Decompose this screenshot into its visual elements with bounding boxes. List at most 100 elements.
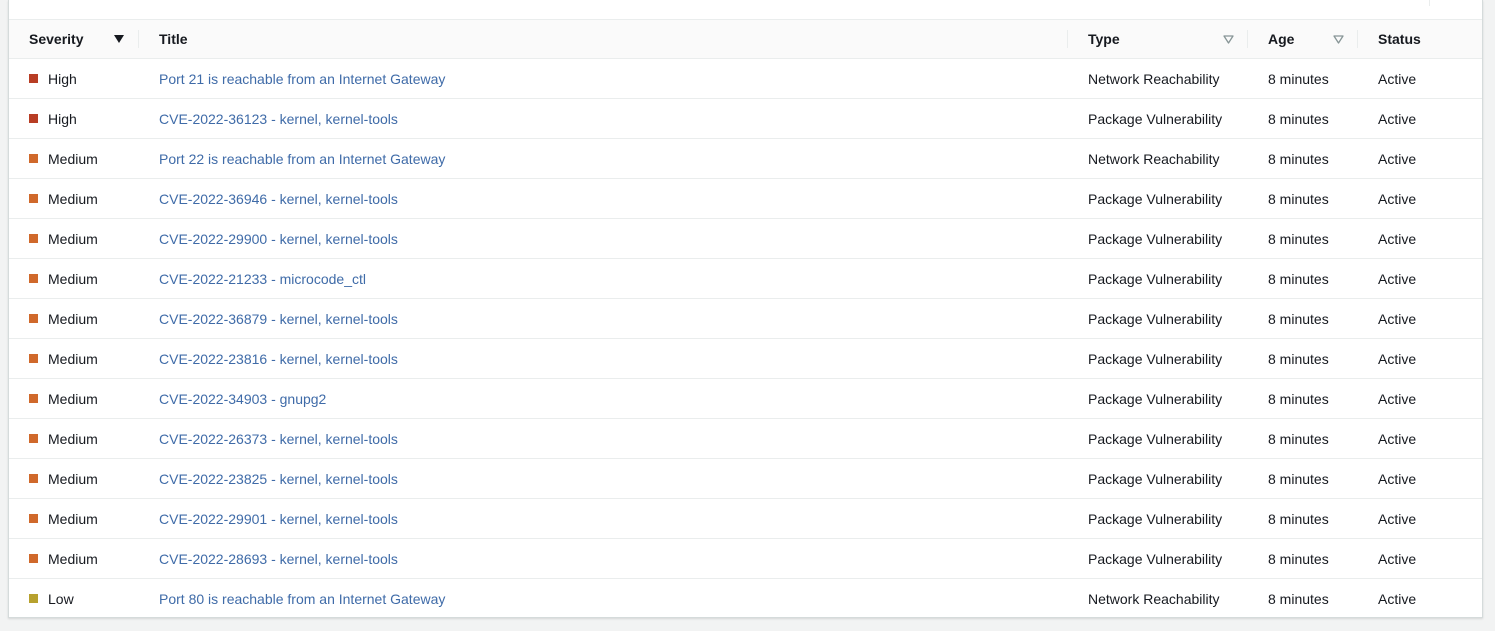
status-cell: Active [1358, 138, 1482, 179]
type-cell: Network Reachability [1068, 58, 1248, 99]
status-cell: Active [1358, 458, 1482, 499]
type-cell: Package Vulnerability [1068, 498, 1248, 539]
title-cell: CVE-2022-36946 - kernel, kernel-tools [139, 178, 1068, 219]
status-cell: Active [1358, 538, 1482, 579]
column-header-status: Status [1358, 20, 1482, 59]
title-cell: Port 21 is reachable from an Internet Ga… [139, 58, 1068, 99]
table-row[interactable]: Medium CVE-2022-29901 - kernel, kernel-to… [9, 498, 1482, 539]
table-row[interactable]: Medium CVE-2022-28693 - kernel, kernel-to… [9, 538, 1482, 579]
finding-title-link[interactable]: CVE-2022-36946 - kernel, kernel-tools [159, 191, 398, 207]
column-header-type[interactable]: Type [1068, 20, 1248, 59]
severity-indicator-icon [29, 154, 38, 163]
type-cell: Package Vulnerability [1068, 218, 1248, 259]
finding-title-link[interactable]: CVE-2022-34903 - gnupg2 [159, 391, 326, 407]
status-cell: Active [1358, 338, 1482, 379]
type-cell: Package Vulnerability [1068, 98, 1248, 139]
table-row[interactable]: High CVE-2022-36123 - kernel, kernel-tool… [9, 98, 1482, 139]
finding-title-link[interactable]: CVE-2022-23816 - kernel, kernel-tools [159, 351, 398, 367]
finding-title-link[interactable]: CVE-2022-36123 - kernel, kernel-tools [159, 111, 398, 127]
severity-label: Medium [48, 390, 98, 407]
severity-indicator-icon [29, 594, 38, 603]
age-cell: 8 minutes [1268, 590, 1329, 607]
type-cell: Package Vulnerability [1068, 338, 1248, 379]
severity-indicator-icon [29, 434, 38, 443]
table-row[interactable]: Medium CVE-2022-21233 - microcode_ctl Pack… [9, 258, 1482, 299]
title-cell: CVE-2022-23816 - kernel, kernel-tools [139, 338, 1068, 379]
title-cell: CVE-2022-36879 - kernel, kernel-tools [139, 298, 1068, 339]
age-cell: 8 minutes [1248, 498, 1358, 539]
severity-label: High [48, 70, 77, 87]
severity-cell: Medium [9, 498, 139, 539]
type-cell: Package Vulnerability [1068, 378, 1248, 419]
title-cell: CVE-2022-34903 - gnupg2 [139, 378, 1068, 419]
type-cell: Package Vulnerability [1068, 538, 1248, 579]
table-row[interactable]: Medium CVE-2022-36946 - kernel, kernel-to… [9, 178, 1482, 219]
sort-caret-icon[interactable] [1333, 34, 1344, 44]
sort-caret-icon[interactable] [1223, 34, 1234, 44]
title-cell: CVE-2022-23825 - kernel, kernel-tools [139, 458, 1068, 499]
table-row[interactable]: Medium Port 22 is reachable from an Inter… [9, 138, 1482, 179]
status-cell: Active [1378, 590, 1417, 607]
table-row[interactable]: Medium CVE-2022-29900 - kernel, kernel-to… [9, 218, 1482, 259]
finding-title-link[interactable]: Port 80 is reachable from an Internet Ga… [159, 591, 445, 607]
severity-indicator-icon [29, 554, 38, 563]
table-top-strip [9, 0, 1482, 20]
severity-indicator-icon [29, 394, 38, 403]
finding-title-link[interactable]: CVE-2022-28693 - kernel, kernel-tools [159, 551, 398, 567]
column-header-label: Type [1088, 31, 1120, 47]
type-cell: Package Vulnerability [1068, 298, 1248, 339]
column-header-label: Age [1268, 31, 1295, 47]
table-row[interactable]: Medium CVE-2022-26373 - kernel, kernel-to… [9, 418, 1482, 459]
severity-cell: Medium [9, 418, 139, 459]
table-header-row: Severity Title Type Age Status [9, 20, 1482, 59]
column-header-severity[interactable]: Severity [9, 20, 139, 59]
severity-label: Medium [48, 550, 98, 567]
severity-indicator-icon [29, 354, 38, 363]
age-cell: 8 minutes [1248, 98, 1358, 139]
type-cell: Package Vulnerability [1068, 258, 1248, 299]
age-cell: 8 minutes [1248, 458, 1358, 499]
age-cell: 8 minutes [1248, 298, 1358, 339]
column-header-age[interactable]: Age [1248, 20, 1358, 59]
severity-label: High [48, 110, 77, 127]
severity-cell: Medium [9, 178, 139, 219]
finding-title-link[interactable]: CVE-2022-36879 - kernel, kernel-tools [159, 311, 398, 327]
type-cell: Package Vulnerability [1068, 458, 1248, 499]
table-row[interactable]: Low Port 80 is reachable from an Internet… [9, 579, 1482, 619]
title-cell: CVE-2022-26373 - kernel, kernel-tools [139, 418, 1068, 459]
title-cell: CVE-2022-36123 - kernel, kernel-tools [139, 98, 1068, 139]
status-cell: Active [1358, 498, 1482, 539]
severity-label: Medium [48, 230, 98, 247]
severity-indicator-icon [29, 314, 38, 323]
table-row[interactable]: Medium CVE-2022-36879 - kernel, kernel-to… [9, 298, 1482, 339]
table-row[interactable]: Medium CVE-2022-34903 - gnupg2 Package Vul… [9, 378, 1482, 419]
finding-title-link[interactable]: CVE-2022-26373 - kernel, kernel-tools [159, 431, 398, 447]
finding-title-link[interactable]: Port 22 is reachable from an Internet Ga… [159, 151, 445, 167]
status-cell: Active [1358, 218, 1482, 259]
finding-title-link[interactable]: CVE-2022-21233 - microcode_ctl [159, 271, 366, 287]
age-cell: 8 minutes [1248, 258, 1358, 299]
severity-label: Medium [48, 150, 98, 167]
title-cell: CVE-2022-21233 - microcode_ctl [139, 258, 1068, 299]
severity-indicator-icon [29, 114, 38, 123]
finding-title-link[interactable]: CVE-2022-29901 - kernel, kernel-tools [159, 511, 398, 527]
severity-cell: Medium [9, 258, 139, 299]
severity-label: Medium [48, 470, 98, 487]
type-cell: Package Vulnerability [1068, 178, 1248, 219]
type-cell: Network Reachability [1088, 590, 1220, 607]
finding-title-link[interactable]: CVE-2022-29900 - kernel, kernel-tools [159, 231, 398, 247]
age-cell: 8 minutes [1248, 378, 1358, 419]
sort-descending-icon[interactable] [114, 35, 124, 43]
severity-indicator-icon [29, 194, 38, 203]
title-cell: CVE-2022-29901 - kernel, kernel-tools [139, 498, 1068, 539]
finding-title-link[interactable]: CVE-2022-23825 - kernel, kernel-tools [159, 471, 398, 487]
table-row[interactable]: Medium CVE-2022-23825 - kernel, kernel-to… [9, 458, 1482, 499]
type-cell: Package Vulnerability [1068, 418, 1248, 459]
table-row[interactable]: Medium CVE-2022-23816 - kernel, kernel-to… [9, 338, 1482, 379]
status-cell: Active [1358, 298, 1482, 339]
status-cell: Active [1358, 98, 1482, 139]
age-cell: 8 minutes [1248, 58, 1358, 99]
table-row[interactable]: High Port 21 is reachable from an Interne… [9, 58, 1482, 99]
finding-title-link[interactable]: Port 21 is reachable from an Internet Ga… [159, 71, 445, 87]
status-cell: Active [1358, 258, 1482, 299]
